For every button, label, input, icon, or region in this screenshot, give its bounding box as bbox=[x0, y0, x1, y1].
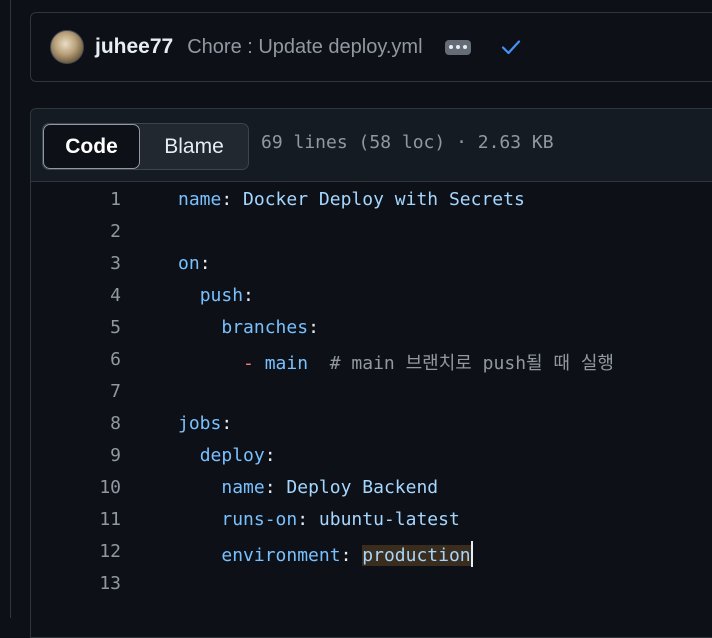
yaml-comment: # main 브랜치로 push될 때 실행 bbox=[308, 353, 614, 374]
code-line: 6 - main # main 브랜치로 push될 때 실행 bbox=[31, 341, 712, 375]
list-dash: - bbox=[243, 353, 265, 374]
code-line: 13 bbox=[31, 565, 712, 597]
yaml-separator: : bbox=[221, 189, 244, 210]
code-text: environment: production bbox=[178, 541, 473, 567]
yaml-separator: : bbox=[221, 413, 233, 434]
code-text: jobs: bbox=[178, 413, 232, 434]
check-icon[interactable] bbox=[501, 39, 521, 55]
text-cursor bbox=[470, 541, 473, 567]
yaml-value: Deploy Backend bbox=[286, 477, 439, 498]
code-text: runs-on: ubuntu-latest bbox=[178, 509, 460, 530]
yaml-key: push bbox=[199, 285, 244, 306]
yaml-separator: : bbox=[264, 445, 276, 466]
tab-blame[interactable]: Blame bbox=[140, 124, 248, 169]
line-number[interactable]: 1 bbox=[31, 189, 121, 210]
yaml-separator: : bbox=[243, 285, 254, 306]
yaml-key: name bbox=[221, 477, 265, 498]
line-number[interactable]: 7 bbox=[31, 381, 121, 402]
kebab-horizontal-icon[interactable] bbox=[444, 39, 471, 55]
line-number[interactable]: 5 bbox=[31, 317, 121, 338]
line-number[interactable]: 3 bbox=[31, 253, 121, 274]
code-line: 2 bbox=[31, 213, 712, 245]
yaml-separator: : bbox=[340, 545, 363, 566]
code-text: push: bbox=[178, 285, 254, 306]
code-line: 1 name: Docker Deploy with Secrets bbox=[31, 181, 712, 213]
file-header: Code Blame 69 lines (58 loc) · 2.63 KB bbox=[31, 109, 712, 182]
yaml-key: runs-on bbox=[221, 509, 298, 530]
yaml-value: main bbox=[264, 353, 309, 374]
left-divider bbox=[10, 0, 11, 618]
yaml-key: deploy bbox=[199, 445, 265, 466]
commit-message-link[interactable]: Chore : Update deploy.yml bbox=[187, 36, 422, 59]
yaml-value: production bbox=[362, 545, 471, 566]
line-number[interactable]: 11 bbox=[31, 509, 121, 530]
yaml-separator: : bbox=[297, 509, 319, 530]
yaml-separator: : bbox=[199, 253, 211, 274]
file-viewer: Code Blame 69 lines (58 loc) · 2.63 KB 1… bbox=[30, 108, 712, 638]
code-line: 12 environment: production bbox=[31, 533, 712, 567]
file-meta-info: 69 lines (58 loc) · 2.63 KB bbox=[261, 132, 554, 153]
line-number[interactable]: 10 bbox=[31, 477, 121, 498]
code-line: 9 deploy: bbox=[31, 437, 712, 469]
code-line: 7 bbox=[31, 373, 712, 405]
yaml-key: environment bbox=[221, 545, 341, 566]
code-line: 4 push: bbox=[31, 277, 712, 309]
code-line: 8 jobs: bbox=[31, 405, 712, 437]
author-avatar[interactable] bbox=[50, 30, 84, 64]
yaml-value: ubuntu-latest bbox=[318, 509, 460, 530]
line-number[interactable]: 8 bbox=[31, 413, 121, 434]
commit-author-link[interactable]: juhee77 bbox=[95, 35, 173, 59]
line-number[interactable]: 4 bbox=[31, 285, 121, 306]
line-number[interactable]: 9 bbox=[31, 445, 121, 466]
code-text: deploy: bbox=[178, 445, 276, 466]
line-number[interactable]: 6 bbox=[31, 349, 121, 370]
line-number[interactable]: 12 bbox=[31, 541, 121, 562]
code-text: on: bbox=[178, 253, 211, 274]
code-text: name: Deploy Backend bbox=[178, 477, 438, 498]
yaml-value: Docker Deploy with Secrets bbox=[243, 189, 525, 210]
code-view[interactable]: 1 name: Docker Deploy with Secrets 2 3 on: 4 … bbox=[31, 181, 712, 597]
code-line: 11 runs-on: ubuntu-latest bbox=[31, 501, 712, 533]
latest-commit-bar: juhee77 Chore : Update deploy.yml bbox=[30, 12, 712, 82]
yaml-separator: : bbox=[264, 477, 287, 498]
view-toggle: Code Blame bbox=[42, 123, 249, 170]
line-number[interactable]: 13 bbox=[31, 573, 121, 594]
code-line: 3 on: bbox=[31, 245, 712, 277]
code-line: 5 branches: bbox=[31, 309, 712, 341]
line-number[interactable]: 2 bbox=[31, 221, 121, 242]
code-text: name: Docker Deploy with Secrets bbox=[178, 189, 525, 210]
yaml-key: on bbox=[178, 253, 200, 274]
yaml-key: jobs bbox=[178, 413, 222, 434]
code-line: 10 name: Deploy Backend bbox=[31, 469, 712, 501]
yaml-key: name bbox=[178, 189, 222, 210]
yaml-separator: : bbox=[308, 317, 319, 338]
code-text: - main # main 브랜치로 push될 때 실행 bbox=[178, 349, 614, 375]
yaml-key: branches bbox=[221, 317, 309, 338]
tab-code[interactable]: Code bbox=[43, 124, 140, 169]
code-text: branches: bbox=[178, 317, 319, 338]
